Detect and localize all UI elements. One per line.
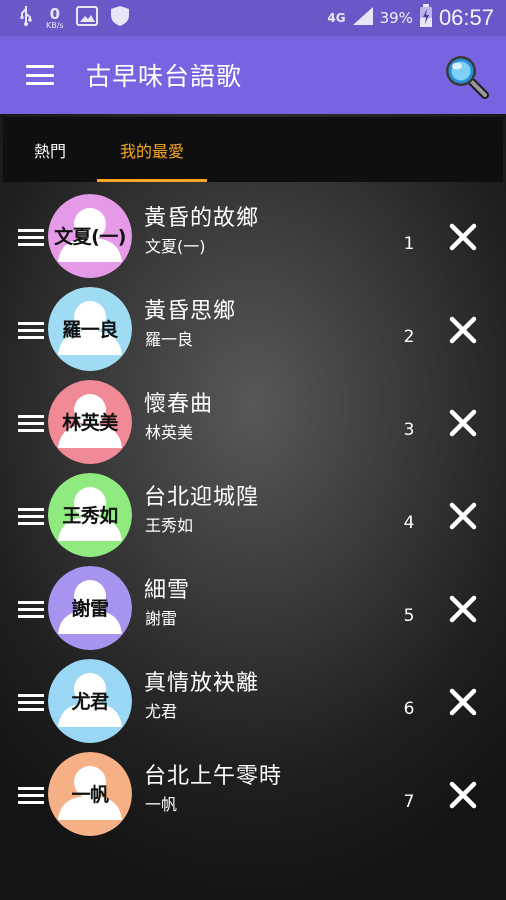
- list-item[interactable]: 王秀如 台北迎城隍 王秀如 4: [0, 469, 506, 562]
- song-artist: 羅一良: [145, 330, 194, 349]
- close-icon: [449, 316, 477, 344]
- song-title: 台北迎城隍: [144, 485, 260, 510]
- avatar-label: 一帆: [71, 784, 109, 806]
- close-icon: [449, 595, 477, 623]
- drag-handle-icon[interactable]: [18, 601, 44, 618]
- close-icon: [449, 409, 477, 437]
- avatar: 尤君: [48, 659, 132, 743]
- song-artist: 王秀如: [145, 516, 194, 535]
- avatar: 林英美: [48, 380, 132, 464]
- song-number: 6: [403, 699, 415, 719]
- app-title: 古早味台語歌: [86, 62, 243, 91]
- remove-button[interactable]: [449, 595, 477, 623]
- song-number: 2: [403, 327, 415, 347]
- shield-icon: [110, 5, 130, 31]
- search-button[interactable]: [442, 52, 490, 100]
- song-artist: 謝雷: [145, 609, 178, 628]
- list-item[interactable]: 謝雷 細雪 謝雷 5: [0, 562, 506, 655]
- hamburger-menu-icon[interactable]: [26, 65, 54, 85]
- song-title: 黃昏思鄉: [144, 299, 237, 324]
- avatar: 羅一良: [48, 287, 132, 371]
- list-item[interactable]: 文夏(一) 黃昏的故鄉 文夏(一) 1: [0, 190, 506, 283]
- drag-handle-icon[interactable]: [18, 787, 44, 804]
- avatar-label: 羅一良: [62, 319, 118, 341]
- list-item[interactable]: 一帆 台北上午零時 一帆 7: [0, 748, 506, 841]
- song-title: 真情放袂離: [144, 671, 260, 696]
- network-speed: 0 KB/s: [46, 4, 64, 30]
- avatar-label: 謝雷: [71, 598, 109, 620]
- list-item[interactable]: 羅一良 黃昏思鄉 羅一良 2: [0, 283, 506, 376]
- song-number: 4: [403, 513, 415, 533]
- close-icon: [449, 502, 477, 530]
- avatar: 謝雷: [48, 566, 132, 650]
- drag-handle-icon[interactable]: [18, 415, 44, 432]
- drag-handle-icon[interactable]: [18, 508, 44, 525]
- network-speed-value: 0: [49, 4, 61, 23]
- remove-button[interactable]: [449, 316, 477, 344]
- avatar-label: 林英美: [62, 412, 118, 434]
- clock: 06:57: [438, 5, 494, 30]
- network-type: 4G: [327, 11, 346, 25]
- avatar-label: 尤君: [71, 691, 109, 713]
- song-title: 台北上午零時: [144, 764, 283, 789]
- song-title: 細雪: [144, 578, 191, 603]
- remove-button[interactable]: [449, 688, 477, 716]
- remove-button[interactable]: [449, 502, 477, 530]
- tab-bar: 熱門 我的最愛: [3, 117, 503, 182]
- search-icon: [446, 56, 489, 99]
- list-item[interactable]: 林英美 懷春曲 林英美 3: [0, 376, 506, 469]
- tab-hot[interactable]: 熱門: [3, 117, 97, 182]
- battery-percent: 39%: [379, 9, 413, 27]
- battery-charging-icon: [419, 4, 433, 32]
- avatar: 王秀如: [48, 473, 132, 557]
- drag-handle-icon[interactable]: [18, 229, 44, 246]
- avatar: 文夏(一): [48, 194, 132, 278]
- song-title: 黃昏的故鄉: [144, 206, 260, 231]
- song-number: 1: [403, 234, 415, 254]
- remove-button[interactable]: [449, 409, 477, 437]
- app-bar: 古早味台語歌: [0, 36, 506, 114]
- song-artist: 林英美: [145, 423, 194, 442]
- avatar-label: 王秀如: [62, 505, 118, 527]
- favorites-list: 文夏(一) 黃昏的故鄉 文夏(一) 1 羅一良 黃昏思鄉 羅一良 2 林英美 懷…: [0, 190, 506, 841]
- drag-handle-icon[interactable]: [18, 322, 44, 339]
- signal-icon: [352, 6, 374, 30]
- close-icon: [449, 781, 477, 809]
- song-title: 懷春曲: [144, 392, 214, 417]
- drag-handle-icon[interactable]: [18, 694, 44, 711]
- song-number: 7: [403, 792, 415, 812]
- usb-icon: [18, 5, 34, 31]
- status-bar: 0 KB/s 4G 39% 06:57: [0, 0, 506, 36]
- remove-button[interactable]: [449, 223, 477, 251]
- song-number: 3: [403, 420, 415, 440]
- avatar: 一帆: [48, 752, 132, 836]
- song-artist: 文夏(一): [145, 237, 206, 256]
- song-artist: 一帆: [145, 795, 178, 814]
- list-item[interactable]: 尤君 真情放袂離 尤君 6: [0, 655, 506, 748]
- close-icon: [449, 688, 477, 716]
- avatar-label: 文夏(一): [54, 226, 126, 248]
- song-artist: 尤君: [145, 702, 178, 721]
- close-icon: [449, 223, 477, 251]
- network-speed-unit: KB/s: [46, 20, 64, 30]
- gallery-icon: [75, 6, 98, 30]
- remove-button[interactable]: [449, 781, 477, 809]
- tab-favorites[interactable]: 我的最愛: [97, 117, 207, 182]
- song-number: 5: [403, 606, 415, 626]
